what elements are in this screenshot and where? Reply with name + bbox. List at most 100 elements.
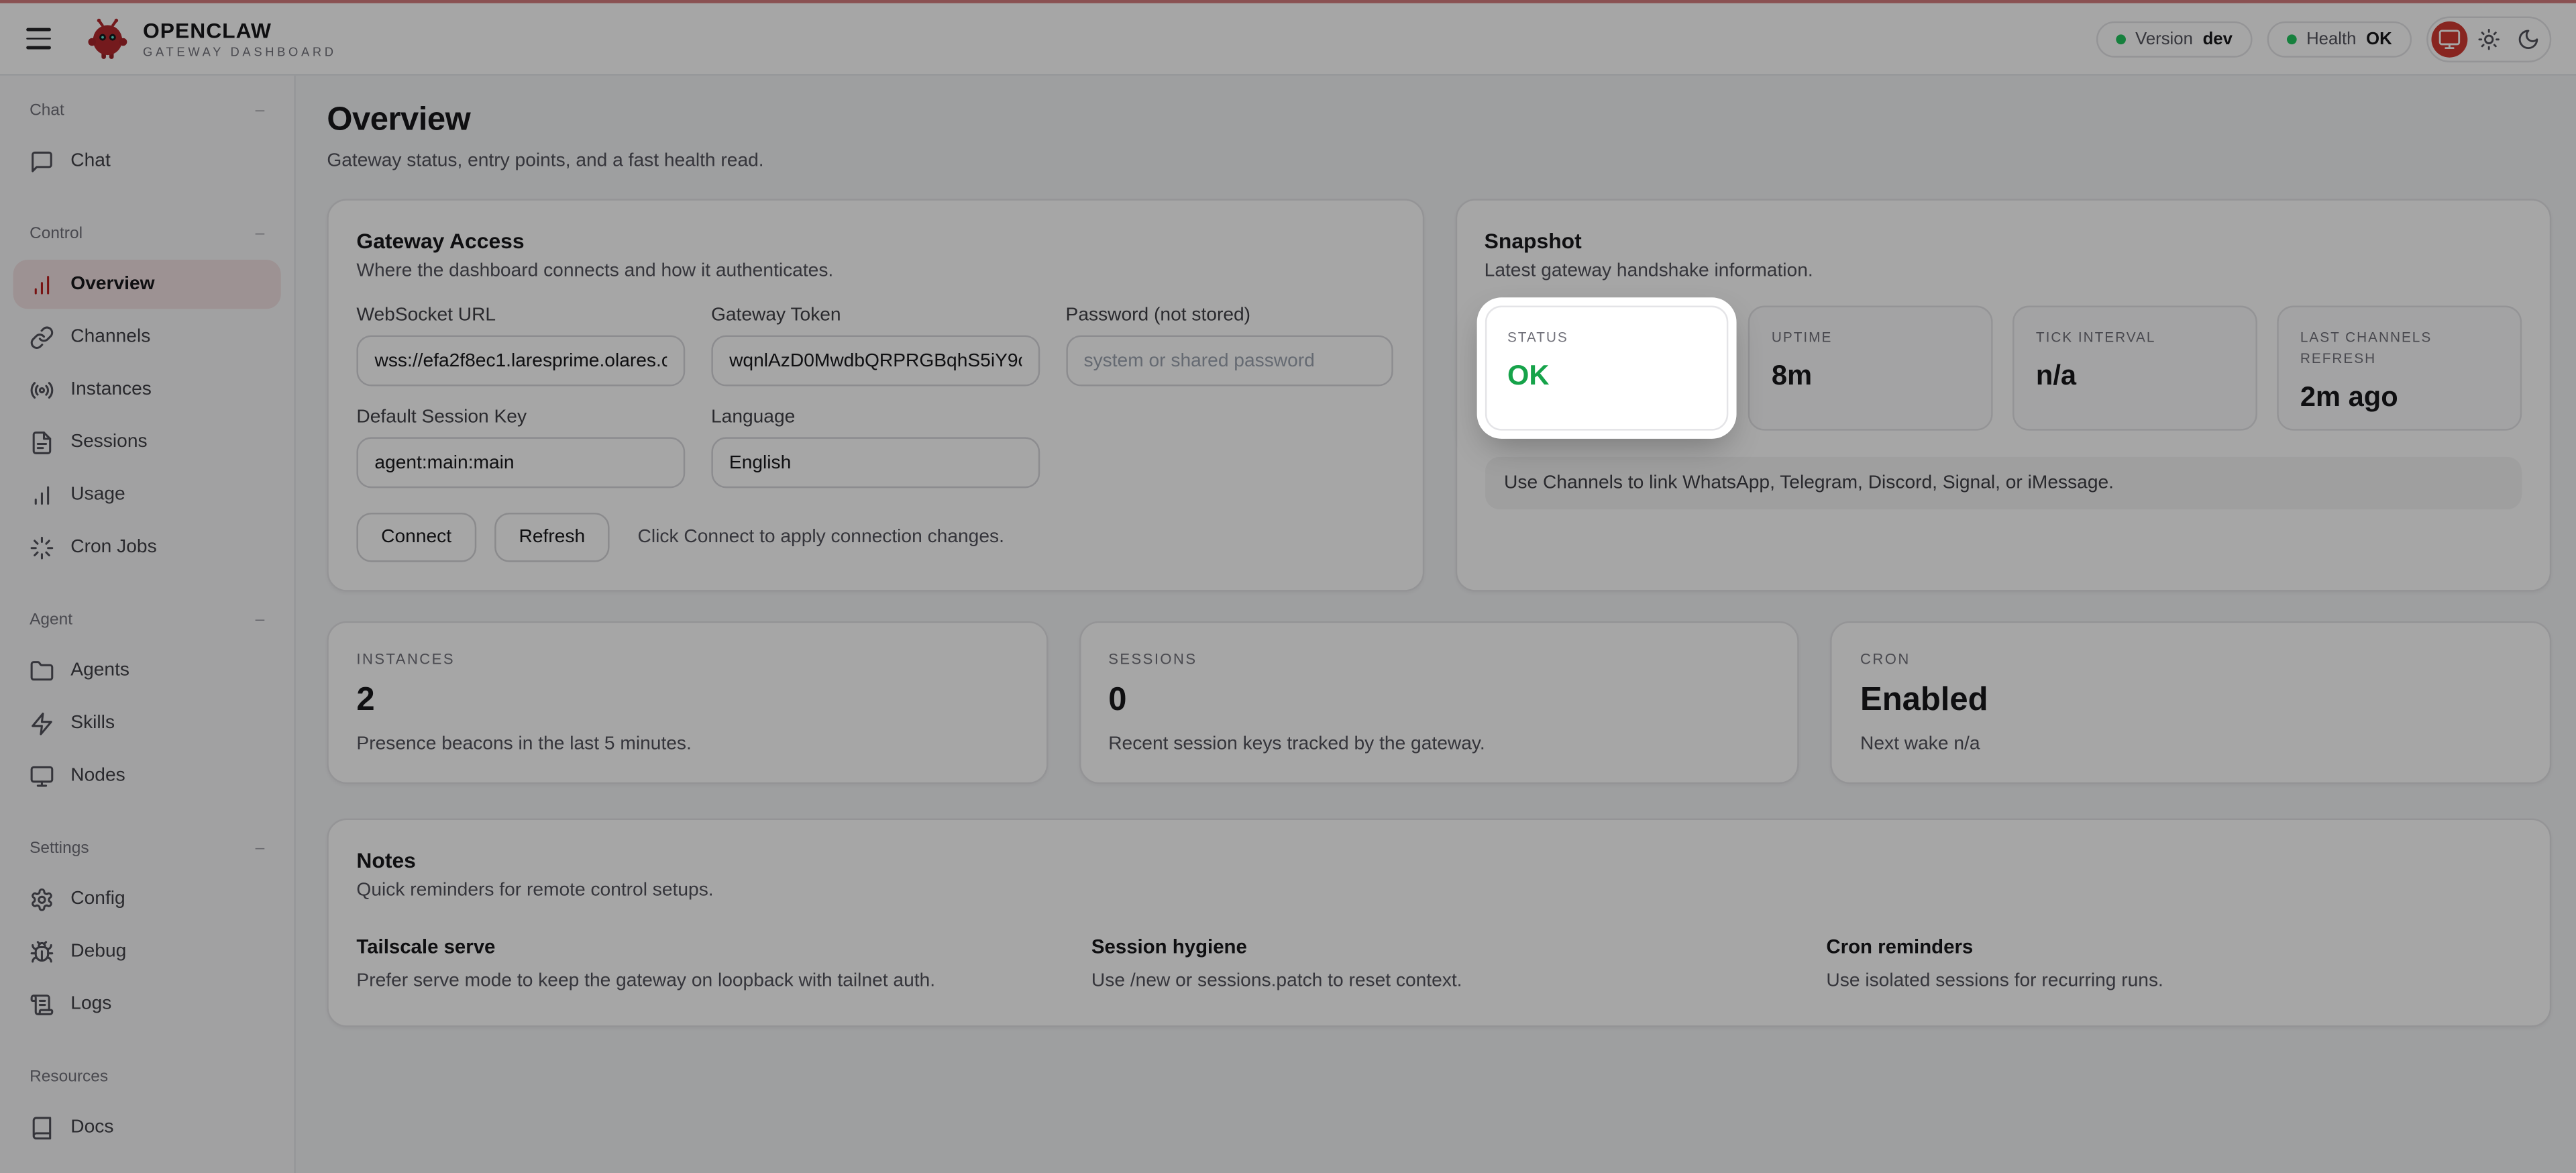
- gateway-token-field: Gateway Token: [710, 305, 1040, 387]
- instances-value: 2: [356, 682, 375, 719]
- sidebar-item-chat[interactable]: Chat: [13, 136, 281, 185]
- sidebar-item-overview[interactable]: Overview: [13, 259, 281, 309]
- cron-value: Enabled: [1860, 682, 1988, 719]
- sidebar-item-usage[interactable]: Usage: [13, 470, 281, 519]
- collapse-icon[interactable]: –: [256, 839, 265, 858]
- password-field: Password (not stored): [1065, 306, 1394, 387]
- connect-button[interactable]: Connect: [356, 513, 476, 562]
- cron-stat-card: CRON Enabled Next wake n/a: [1830, 621, 2552, 784]
- snapshot-title: Snapshot: [1484, 228, 1582, 254]
- moon-icon: [2518, 29, 2538, 48]
- sidebar-item-nodes[interactable]: Nodes: [13, 751, 281, 800]
- tick-interval-tile: TICK INTERVAL n/a: [2012, 305, 2258, 431]
- menu-toggle-button[interactable]: [26, 19, 66, 58]
- sidebar-item-label: Config: [70, 888, 125, 909]
- instances-stat-card: INSTANCES 2 Presence beacons in the last…: [327, 621, 1048, 784]
- openclaw-logo-icon: [88, 18, 127, 59]
- section-label: Resources: [30, 1068, 109, 1086]
- note-session-hygiene: Session hygiene Use /new or sessions.pat…: [1091, 935, 1787, 990]
- sidebar-item-instances[interactable]: Instances: [13, 365, 281, 414]
- loader-icon: [30, 536, 54, 559]
- status-tile: STATUS OK: [1484, 305, 1729, 431]
- sidebar-item-label: Channels: [70, 327, 151, 347]
- sidebar-section-resources[interactable]: Resources: [13, 1068, 281, 1086]
- sessions-value: 0: [1108, 682, 1127, 719]
- sidebar-item-docs[interactable]: Docs: [13, 1103, 281, 1152]
- file-icon: [32, 430, 52, 454]
- note-cron-reminders-title: Cron reminders: [1826, 935, 1974, 958]
- note-session-hygiene-description: Use /new or sessions.patch to reset cont…: [1091, 971, 1462, 991]
- sidebar-section-settings[interactable]: Settings –: [13, 839, 281, 858]
- sidebar-item-sessions[interactable]: Sessions: [13, 417, 281, 466]
- link-icon: [30, 325, 54, 348]
- folder-icon: [30, 660, 54, 680]
- sidebar-item-label: Nodes: [70, 766, 125, 786]
- sidebar-item-label: Overview: [70, 274, 155, 295]
- book-icon: [32, 1116, 52, 1139]
- last-channels-refresh-label: LAST CHANNELS REFRESH: [2300, 328, 2432, 366]
- instances-label: INSTANCES: [356, 650, 455, 668]
- sidebar-item-label: Chat: [70, 151, 111, 171]
- refresh-button[interactable]: Refresh: [494, 513, 610, 562]
- page-title: Overview: [327, 101, 471, 138]
- sidebar-item-label: Debug: [70, 941, 127, 962]
- monitor-icon: [30, 765, 54, 786]
- page-subtitle: Gateway status, entry points, and a fast…: [327, 151, 764, 171]
- collapse-icon[interactable]: –: [256, 225, 265, 244]
- gateway-access-subtitle: Where the dashboard connects and how it …: [356, 261, 834, 281]
- sessions-stat-card: SESSIONS 0 Recent session keys tracked b…: [1079, 621, 1800, 784]
- websocket-url-input[interactable]: [356, 335, 685, 387]
- gateway-token-input[interactable]: [710, 335, 1040, 387]
- sidebar-item-cron-jobs[interactable]: Cron Jobs: [13, 523, 281, 572]
- sidebar-item-agents[interactable]: Agents: [13, 646, 281, 695]
- section-label: Chat: [30, 101, 64, 120]
- session-key-input[interactable]: [356, 437, 685, 489]
- health-value: OK: [2366, 28, 2392, 49]
- theme-dark-button[interactable]: [2510, 21, 2546, 57]
- section-label: Control: [30, 225, 83, 244]
- channels-hint-strip: Use Channels to link WhatsApp, Telegram,…: [1484, 456, 2522, 510]
- zap-icon: [32, 711, 52, 735]
- session-key-label: Default Session Key: [356, 407, 527, 427]
- last-channels-refresh-value: 2m ago: [2300, 380, 2398, 412]
- theme-system-button[interactable]: [2431, 20, 2468, 57]
- version-label: Version: [2135, 28, 2193, 49]
- health-label: Health: [2306, 28, 2357, 49]
- header-actions: Version dev Health OK: [2096, 15, 2552, 62]
- sessions-description: Recent session keys tracked by the gatew…: [1108, 734, 1485, 755]
- gateway-token-label: Gateway Token: [710, 305, 841, 325]
- notes-title: Notes: [356, 848, 416, 873]
- sidebar-item-label: Logs: [70, 994, 112, 1015]
- connect-help-text: Click Connect to apply connection change…: [637, 527, 1004, 548]
- bug-icon: [30, 940, 54, 962]
- collapse-icon[interactable]: –: [256, 102, 265, 120]
- last-channels-refresh-tile: LAST CHANNELS REFRESH 2m ago: [2277, 305, 2522, 431]
- status-tile-value: OK: [1507, 359, 1550, 391]
- sidebar-item-channels[interactable]: Channels: [13, 312, 281, 361]
- sessions-label: SESSIONS: [1108, 650, 1197, 668]
- theme-light-button[interactable]: [2471, 21, 2507, 57]
- password-input[interactable]: [1065, 335, 1394, 387]
- cron-description: Next wake n/a: [1860, 734, 1980, 755]
- sidebar-section-control[interactable]: Control –: [13, 225, 281, 244]
- sidebar-item-config[interactable]: Config: [13, 874, 281, 923]
- sidebar-item-label: Sessions: [70, 432, 148, 452]
- scroll-icon: [30, 994, 54, 1015]
- sidebar-item-debug[interactable]: Debug: [13, 927, 281, 976]
- status-tile-label: STATUS: [1507, 328, 1568, 346]
- tick-interval-tile-label: TICK INTERVAL: [2035, 328, 2156, 346]
- sidebar-section-agent[interactable]: Agent –: [13, 611, 281, 629]
- brand: OPENCLAW GATEWAY DASHBOARD: [85, 16, 336, 60]
- snapshot-subtitle: Latest gateway handshake information.: [1484, 261, 1813, 281]
- form-grid-spacer: [1066, 407, 1394, 488]
- websocket-url-label: WebSocket URL: [356, 305, 496, 325]
- app-window: OPENCLAW GATEWAY DASHBOARD Version dev H…: [0, 0, 2576, 1173]
- collapse-icon[interactable]: –: [256, 611, 265, 629]
- sidebar-item-logs[interactable]: Logs: [13, 980, 281, 1029]
- snapshot-card: Snapshot Latest gateway handshake inform…: [1454, 199, 2552, 592]
- sidebar-item-skills[interactable]: Skills: [13, 699, 281, 748]
- language-select[interactable]: English: [710, 437, 1040, 489]
- header: OPENCLAW GATEWAY DASHBOARD Version dev H…: [0, 3, 2576, 76]
- sidebar-section-chat[interactable]: Chat –: [13, 102, 281, 120]
- gear-icon: [32, 887, 52, 911]
